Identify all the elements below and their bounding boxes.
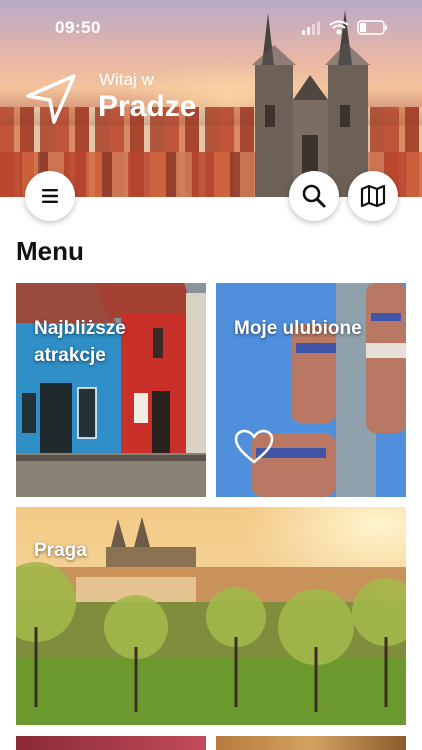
menu-button[interactable] <box>25 171 75 221</box>
section-title: Menu <box>16 236 84 266</box>
tile-nearby-attractions[interactable]: Najbliższe atrakcje <box>16 283 206 497</box>
status-icons <box>302 20 387 35</box>
status-bar: 09:50 <box>0 0 422 52</box>
status-time: 09:50 <box>55 18 101 37</box>
tile-prague[interactable]: Praga <box>16 507 406 725</box>
tile-label: Najbliższe atrakcje <box>34 315 126 369</box>
tile-label-line2: atrakcje <box>34 345 106 366</box>
tile-label: Moje ulubione <box>234 318 362 339</box>
city-name: Pradze <box>98 90 197 123</box>
search-button[interactable] <box>289 171 339 221</box>
tile-partial-left[interactable] <box>16 736 206 750</box>
tile-partial-right[interactable] <box>216 736 406 750</box>
signal-icon <box>302 21 320 35</box>
hamburger-menu-icon <box>42 189 58 203</box>
location-arrow-icon <box>26 74 76 124</box>
hero-banner: 09:50 Witaj w Pradze <box>0 0 422 197</box>
map-icon <box>360 184 386 208</box>
welcome-text: Witaj w <box>99 70 154 89</box>
battery-icon <box>357 20 387 35</box>
tile-my-favorites[interactable]: Moje ulubione <box>216 283 406 497</box>
search-icon <box>302 184 326 208</box>
map-button[interactable] <box>348 171 398 221</box>
tile-label: Praga <box>34 540 87 561</box>
wifi-icon <box>329 20 349 35</box>
tile-label-line1: Najbliższe <box>34 318 126 339</box>
heart-icon[interactable] <box>234 429 274 465</box>
